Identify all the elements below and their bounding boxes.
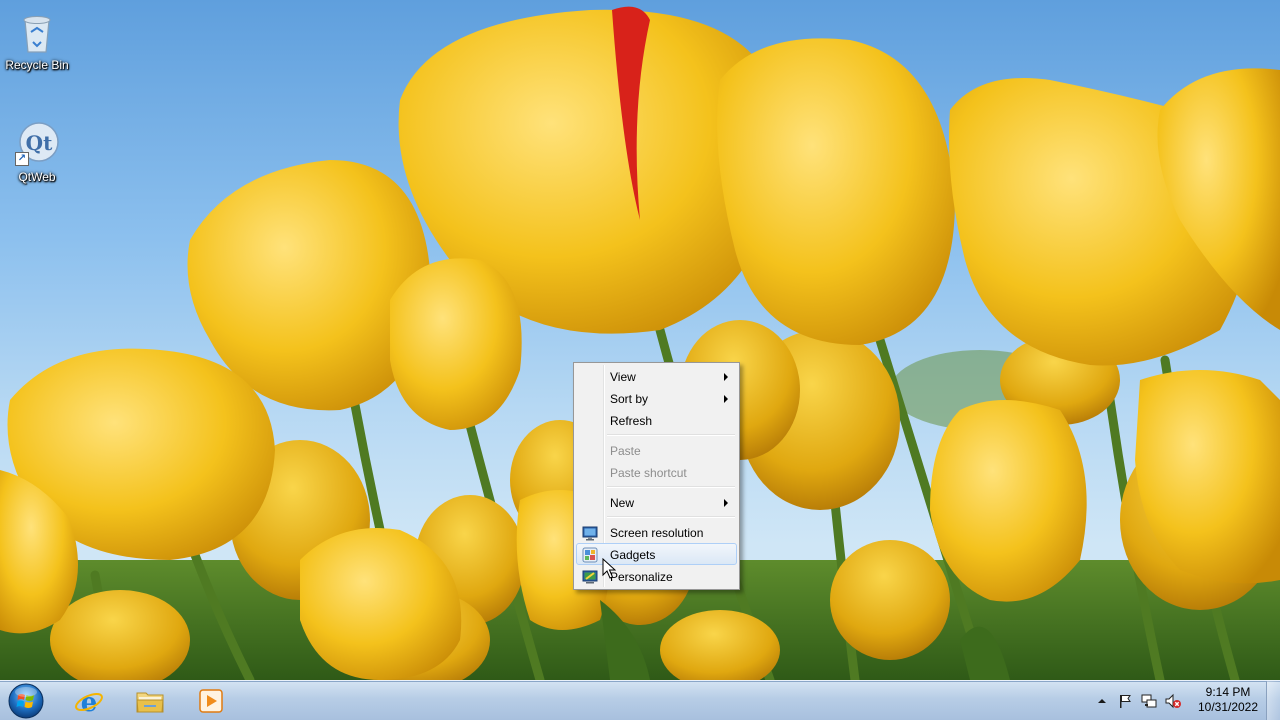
menu-item-label: Paste (610, 444, 641, 458)
taskbar-button-windows-explorer[interactable] (121, 683, 179, 719)
clock-date: 10/31/2022 (1197, 700, 1259, 714)
menu-item-refresh[interactable]: Refresh (576, 409, 737, 431)
shortcut-arrow-icon: ↗ (15, 152, 29, 166)
personalize-icon (582, 570, 598, 584)
show-hidden-icons-arrow[interactable] (1094, 693, 1110, 709)
mouse-pointer-icon (602, 558, 616, 579)
submenu-arrow-icon (724, 395, 728, 403)
volume-muted-icon[interactable] (1165, 693, 1181, 709)
internet-explorer-icon: e (75, 688, 103, 715)
menu-item-label: New (610, 496, 635, 510)
menu-separator (576, 483, 737, 491)
action-center-flag-icon[interactable] (1117, 693, 1133, 709)
menu-item-sort-by[interactable]: Sort by (576, 387, 737, 409)
menu-item-screen-resolution[interactable]: Screen resolution (576, 521, 737, 543)
desktop-context-menu: View Sort by Refresh Paste Paste shortcu… (573, 362, 740, 590)
notification-area: 9:14 PM 10/31/2022 (1090, 681, 1280, 720)
folder-icon (136, 692, 164, 713)
taskbar-button-internet-explorer[interactable]: e (60, 683, 118, 719)
menu-item-label: Screen resolution (610, 526, 704, 540)
media-player-icon (199, 689, 223, 713)
taskbar: e 9:14 PM 10/31/2022 (0, 680, 1280, 720)
svg-text:Qt: Qt (26, 131, 53, 155)
desktop-icon-label: QtWeb (18, 170, 56, 184)
windows-start-orb-icon (8, 683, 44, 719)
menu-item-label: Refresh (610, 414, 653, 428)
clock-time: 9:14 PM (1205, 685, 1251, 699)
submenu-arrow-icon (724, 499, 728, 507)
screen-resolution-icon (582, 526, 598, 541)
menu-item-view[interactable]: View (576, 365, 737, 387)
menu-item-label: Paste shortcut (610, 466, 687, 480)
taskbar-clock[interactable]: 9:14 PM 10/31/2022 (1190, 685, 1266, 715)
menu-separator (576, 431, 737, 439)
start-button[interactable] (6, 682, 46, 720)
menu-item-paste-shortcut: Paste shortcut (576, 461, 737, 483)
desktop-icon-qtweb[interactable]: Qt ↗ QtWeb (0, 120, 74, 184)
show-desktop-button[interactable] (1266, 681, 1280, 720)
desktop-icon-recycle-bin[interactable]: Recycle Bin (0, 8, 74, 72)
menu-item-label: Gadgets (610, 548, 656, 562)
network-icon[interactable] (1141, 693, 1157, 709)
menu-item-paste: Paste (576, 439, 737, 461)
svg-text:e: e (81, 688, 98, 715)
menu-item-label: Personalize (610, 570, 673, 584)
menu-item-new[interactable]: New (576, 491, 737, 513)
qtweb-icon: Qt ↗ (13, 120, 61, 168)
submenu-arrow-icon (724, 373, 728, 381)
taskbar-button-media-player[interactable] (182, 683, 240, 719)
recycle-bin-icon (13, 8, 61, 56)
gadgets-icon (582, 547, 598, 563)
desktop-icon-label: Recycle Bin (5, 58, 69, 72)
menu-item-personalize[interactable]: Personalize (576, 565, 737, 587)
menu-separator (576, 513, 737, 521)
menu-item-gadgets[interactable]: Gadgets (576, 543, 737, 565)
menu-item-label: Sort by (610, 392, 649, 406)
menu-item-label: View (610, 370, 636, 384)
